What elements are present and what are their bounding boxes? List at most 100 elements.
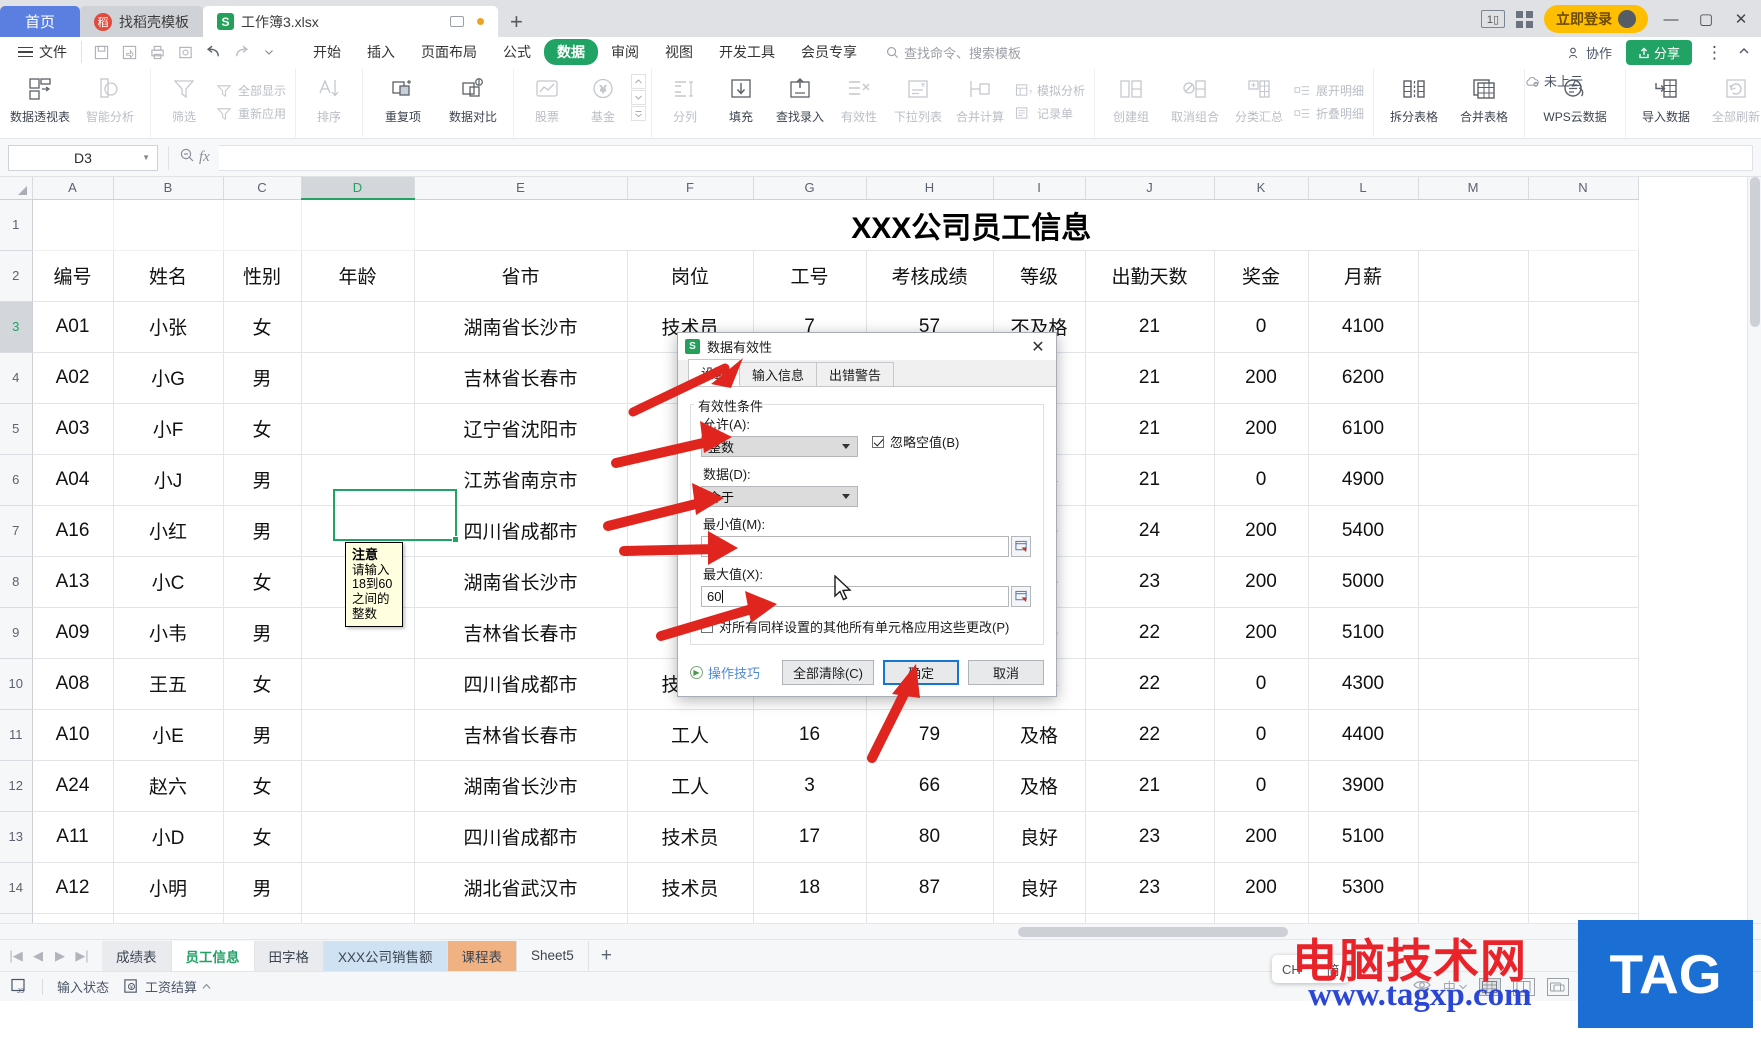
create-group-button[interactable]: 创建组 xyxy=(1100,69,1162,125)
cell-A12[interactable]: A24 xyxy=(32,760,114,812)
next-sheet-icon[interactable]: ▶ xyxy=(50,948,70,964)
cell-E9[interactable]: 吉林省长春市 xyxy=(414,607,628,659)
fill-button[interactable]: 填充 xyxy=(713,69,769,125)
prev-sheet-icon[interactable]: ◀ xyxy=(28,948,48,964)
cell-K10[interactable]: 0 xyxy=(1214,658,1309,710)
data-compare-button[interactable]: 数据对比 xyxy=(438,69,508,125)
cell-J3[interactable]: 21 xyxy=(1085,301,1215,353)
col-header-D[interactable]: D xyxy=(301,177,415,200)
ok-button[interactable]: 确定 xyxy=(883,660,959,685)
cell-C5[interactable]: 女 xyxy=(223,403,302,455)
cell-A11[interactable]: A10 xyxy=(32,709,114,761)
row-header-13[interactable]: 13 xyxy=(0,811,33,863)
duplicate-items-button[interactable]: 重复项 xyxy=(368,69,438,125)
cancel-button[interactable]: 取消 xyxy=(968,660,1044,685)
allow-select[interactable]: 整数 xyxy=(701,436,858,457)
input-status-label[interactable]: 输入状态 xyxy=(57,977,109,996)
cell-J5[interactable]: 21 xyxy=(1085,403,1215,455)
row-header-9[interactable]: 9 xyxy=(0,607,33,659)
cell-F12[interactable]: 工人 xyxy=(627,760,754,812)
cell-M5[interactable] xyxy=(1418,403,1529,455)
row-header-8[interactable]: 8 xyxy=(0,556,33,608)
select-all-corner[interactable] xyxy=(0,177,33,200)
col-header-F[interactable]: F xyxy=(627,177,754,200)
cell-B8[interactable]: 小C xyxy=(113,556,224,608)
cell-E5[interactable]: 辽宁省沈阳市 xyxy=(414,403,628,455)
cell-G15[interactable]: 11 xyxy=(753,913,867,923)
monitor-icon[interactable] xyxy=(450,16,464,27)
cell-E3[interactable]: 湖南省长沙市 xyxy=(414,301,628,353)
cell-M7[interactable] xyxy=(1418,505,1529,557)
cell-K15[interactable]: 0 xyxy=(1214,913,1309,923)
tab-insert[interactable]: 插入 xyxy=(354,39,408,65)
min-value-input[interactable]: 18 xyxy=(701,536,1009,557)
minimize-button[interactable]: — xyxy=(1659,11,1683,28)
col-header-L[interactable]: L xyxy=(1308,177,1419,200)
maximize-button[interactable]: ▢ xyxy=(1694,10,1718,28)
consolidate-button[interactable]: 合并计算 xyxy=(949,69,1011,125)
cell-F14[interactable]: 技术员 xyxy=(627,862,754,914)
cell-N14[interactable] xyxy=(1528,862,1639,914)
smart-analysis-button[interactable]: 智能分析 xyxy=(75,69,145,125)
cell-L8[interactable]: 5000 xyxy=(1308,556,1419,608)
fund-button[interactable]: ¥ 基金 xyxy=(575,69,631,125)
cell-N11[interactable] xyxy=(1528,709,1639,761)
sort-button[interactable]: 排序 xyxy=(301,69,357,125)
cell-B10[interactable]: 王五 xyxy=(113,658,224,710)
cell-M11[interactable] xyxy=(1418,709,1529,761)
cell-L4[interactable]: 6200 xyxy=(1308,352,1419,404)
cell-N13[interactable] xyxy=(1528,811,1639,863)
cell-C3[interactable]: 女 xyxy=(223,301,302,353)
lookup-entry-button[interactable]: 查找录入 xyxy=(769,69,831,125)
cell-E6[interactable]: 江苏省南京市 xyxy=(414,454,628,506)
cell-J12[interactable]: 21 xyxy=(1085,760,1215,812)
cell-J11[interactable]: 22 xyxy=(1085,709,1215,761)
cell-L13[interactable]: 5100 xyxy=(1308,811,1419,863)
cell-B15[interactable]: 李四 xyxy=(113,913,224,923)
collapse-ribbon-icon[interactable] xyxy=(1737,44,1751,61)
row-header-12[interactable]: 12 xyxy=(0,760,33,812)
text-to-columns-button[interactable]: 分列 xyxy=(657,69,713,125)
col-header-B[interactable]: B xyxy=(113,177,224,200)
col-header-C[interactable]: C xyxy=(223,177,302,200)
cell-D13[interactable] xyxy=(301,811,415,863)
sheet-tab-grid-paper[interactable]: 田字格 xyxy=(254,940,324,971)
status-icon[interactable]: JS xyxy=(10,977,28,997)
zoom-out-icon[interactable] xyxy=(179,147,195,168)
expand-detail-button[interactable]: 展开明细 xyxy=(1290,80,1368,101)
cell-E12[interactable]: 湖南省长沙市 xyxy=(414,760,628,812)
cell-A1[interactable] xyxy=(32,199,114,251)
cell-K7[interactable]: 200 xyxy=(1214,505,1309,557)
row-header-3[interactable]: 3 xyxy=(0,301,33,353)
cell-B11[interactable]: 小E xyxy=(113,709,224,761)
ungroup-button[interactable]: 取消组合 xyxy=(1162,69,1228,125)
cell-K4[interactable]: 200 xyxy=(1214,352,1309,404)
tab-settings[interactable]: 设置 xyxy=(688,359,741,386)
cell-I14[interactable]: 良好 xyxy=(993,862,1086,914)
cell-C4[interactable]: 男 xyxy=(223,352,302,404)
cell-M4[interactable] xyxy=(1418,352,1529,404)
undo-icon[interactable] xyxy=(200,41,226,63)
cell-I2[interactable]: 等级 xyxy=(993,250,1086,302)
col-header-I[interactable]: I xyxy=(993,177,1086,200)
cell-N3[interactable] xyxy=(1528,301,1639,353)
cell-B1[interactable] xyxy=(113,199,224,251)
col-header-N[interactable]: N xyxy=(1528,177,1639,200)
col-header-E[interactable]: E xyxy=(414,177,628,200)
cell-N9[interactable] xyxy=(1528,607,1639,659)
first-sheet-icon[interactable]: |◀ xyxy=(6,948,26,964)
cell-C9[interactable]: 男 xyxy=(223,607,302,659)
tab-templates[interactable]: 稻 找稻壳模板 xyxy=(80,6,203,37)
cell-K3[interactable]: 0 xyxy=(1214,301,1309,353)
tab-dev-tools[interactable]: 开发工具 xyxy=(706,39,788,65)
min-range-picker-icon[interactable] xyxy=(1011,536,1031,557)
cell-K13[interactable]: 200 xyxy=(1214,811,1309,863)
cell-A4[interactable]: A02 xyxy=(32,352,114,404)
cell-D2[interactable]: 年龄 xyxy=(301,250,415,302)
sheet-tab-grades[interactable]: 成绩表 xyxy=(102,940,172,971)
cell-B2[interactable]: 姓名 xyxy=(113,250,224,302)
cell-J8[interactable]: 23 xyxy=(1085,556,1215,608)
collab-button[interactable]: 协作 xyxy=(1568,43,1612,62)
cell-K12[interactable]: 0 xyxy=(1214,760,1309,812)
close-icon[interactable]: ✕ xyxy=(1027,337,1049,357)
